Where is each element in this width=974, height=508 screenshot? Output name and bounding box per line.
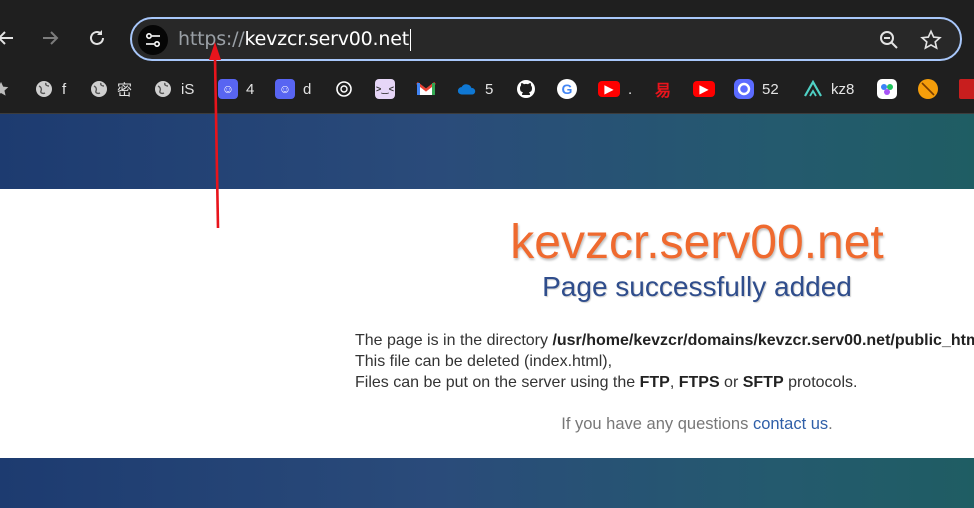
protocol-ftp: FTP [639,374,670,391]
orange-ball-icon [918,79,938,99]
bookmark-label: 密 [117,81,133,99]
globe-icon [89,79,109,99]
tune-icon [145,32,161,48]
header-band [0,114,974,189]
reload-icon [90,30,104,45]
site-info-button[interactable] [138,25,168,55]
bookmark-label: d [303,80,312,98]
text-caret [409,28,411,51]
bookmark-item[interactable]: f [34,72,66,106]
url-host: kevzcr.serv00.net [244,28,410,50]
bookmark-label: kz8 [831,80,855,98]
bookmark-item[interactable]: ☺ d [275,72,311,106]
protocol-ftps: FTPS [678,374,720,391]
forward-button[interactable] [34,22,66,54]
url-scheme: https:// [178,28,245,50]
info-list: The page is in the directory /usr/home/k… [355,330,974,393]
globe-icon [34,79,54,99]
list-item: The page is in the directory /usr/home/k… [355,330,974,351]
address-bar[interactable]: https://kevzcr.serv00.net [130,17,962,61]
zoom-button[interactable] [876,27,902,53]
bookmark-item[interactable] [516,72,536,106]
bookmark-item[interactable]: >‿< [375,72,395,106]
ghost-icon: ☺ [275,79,295,99]
forward-arrow-icon [43,31,59,45]
bookmark-item[interactable] [416,72,436,106]
colorful-icon [877,79,897,99]
gmail-icon [416,79,436,99]
url-input[interactable]: https://kevzcr.serv00.net [178,28,411,51]
footer-band [0,458,974,508]
reload-button[interactable] [81,22,113,54]
bookmark-item[interactable] [959,72,974,106]
bookmark-star-button[interactable] [918,27,944,53]
bookmark-overflow[interactable] [0,72,10,106]
bookmark-item[interactable]: kz8 [803,72,854,106]
questions-text: If you have any questions contact us. [561,415,833,433]
onedrive-icon [457,79,477,99]
ghost-icon: ☺ [218,79,238,99]
bookmark-item[interactable]: 易 [653,72,673,106]
bookmark-label: 4 [246,80,255,98]
star-icon [920,29,942,50]
list-item: This file can be deleted (index.html), [355,351,974,372]
youtube-icon: ▶ [598,81,620,97]
directory-path: /usr/home/kevzcr/domains/kevzcr.serv00.n… [552,332,974,349]
bookmark-item[interactable]: ▶ . [598,72,632,106]
page-subtitle: Page successfully added [542,271,852,302]
globe-icon [153,79,173,99]
bookmark-item[interactable]: 5 [457,72,493,106]
bookmark-item[interactable]: ☺ 4 [218,72,254,106]
browser-toolbar: https://kevzcr.serv00.net [0,0,974,72]
bookmark-item[interactable] [334,72,354,106]
youtube-icon: ▶ [693,81,715,97]
page-title: kevzcr.serv00.net [510,216,884,269]
list-item: Files can be put on the server using the… [355,372,974,393]
back-arrow-icon [0,31,13,45]
bookmark-label: iS [181,80,195,98]
red-square-icon [959,79,974,99]
protocol-sftp: SFTP [742,374,784,391]
contact-link[interactable]: contact us [753,415,828,433]
mountain-icon [803,79,823,99]
bookmark-item[interactable]: 密 [89,72,132,106]
ring-icon [734,79,754,99]
back-button[interactable] [0,22,22,54]
openai-icon [334,79,354,99]
bookmark-label: . [628,80,633,98]
google-icon: G [557,79,577,99]
bookmarks-bar: f 密 iS ☺ 4 ☺ d >‿< 5 G ▶ . 易 ▶ 52 kz8 [0,72,974,114]
web-page: kevzcr.serv00.net Page successfully adde… [0,114,974,508]
bookmark-item[interactable]: 52 [734,72,779,106]
bookmark-label: 5 [485,80,494,98]
red-glyph-icon: 易 [654,83,671,100]
bookmark-item[interactable]: iS [153,72,194,106]
bookmark-label: 52 [762,80,779,98]
page-content: kevzcr.serv00.net Page successfully adde… [0,189,974,458]
zoom-out-icon [880,31,898,49]
bookmark-item[interactable] [877,72,897,106]
bookmark-item[interactable]: ▶ [693,72,715,106]
bookmark-label: f [62,80,67,98]
bookmark-item[interactable]: G [557,72,577,106]
star-icon [0,81,9,96]
github-icon [516,79,536,99]
terminal-icon: >‿< [375,79,395,99]
bookmark-item[interactable] [918,72,938,106]
